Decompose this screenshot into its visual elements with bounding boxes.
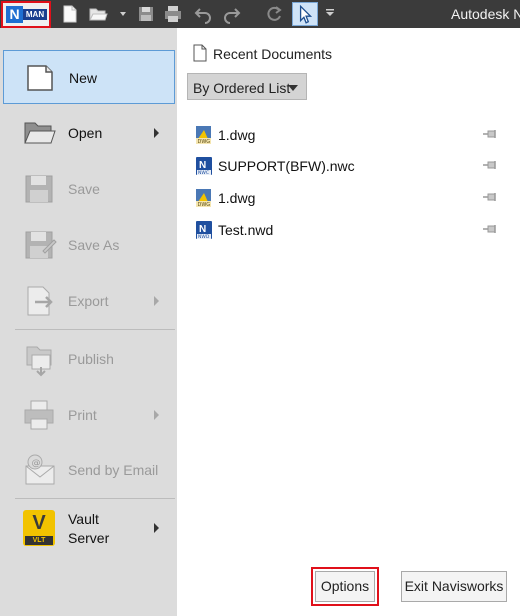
exit-navisworks-button[interactable]: Exit Navisworks: [401, 571, 507, 602]
open-folder-icon: [21, 115, 57, 151]
application-menu-commands: New Open Save Save As Export Publish Pri…: [0, 28, 177, 616]
options-button[interactable]: Options: [311, 567, 379, 606]
menu-item-open[interactable]: Open: [3, 106, 175, 160]
menu-item-vault-server[interactable]: V VLT Vault Server: [3, 501, 175, 555]
menu-item-label: Vault Server: [68, 510, 109, 548]
file-badge: NWD: [198, 234, 210, 240]
recent-document-item[interactable]: N NWD Test.nwd: [195, 216, 500, 244]
app-logo-badge: MAN: [23, 9, 47, 20]
document-name: Test.nwd: [218, 222, 274, 238]
submenu-arrow-icon: [154, 296, 159, 306]
recent-document-item[interactable]: N NWC SUPPORT(BFW).nwc: [195, 152, 500, 180]
recent-document-item[interactable]: DWG 1.dwg: [195, 121, 500, 149]
menu-item-new[interactable]: New: [3, 50, 175, 104]
menu-separator: [15, 329, 175, 330]
file-badge: DWG: [198, 202, 211, 208]
recent-document-item[interactable]: DWG 1.dwg: [195, 184, 500, 212]
menu-separator: [15, 498, 175, 499]
dwg-file-icon: DWG: [196, 126, 211, 145]
file-badge: NWC: [198, 170, 209, 176]
menu-item-label: Open: [68, 125, 103, 141]
menu-item-publish[interactable]: Publish: [3, 332, 175, 386]
export-icon: [21, 283, 57, 319]
recent-documents-pane: Recent Documents By Ordered List DWG 1.d…: [177, 28, 520, 616]
svg-text:N: N: [199, 160, 206, 171]
menu-item-label: Export: [68, 293, 109, 309]
undo-icon[interactable]: [193, 4, 213, 24]
save-icon[interactable]: [136, 4, 156, 24]
file-badge: DWG: [198, 139, 211, 145]
document-name: SUPPORT(BFW).nwc: [218, 158, 355, 174]
new-file-icon[interactable]: [60, 4, 80, 24]
vault-label-line1: Vault: [68, 511, 99, 527]
menu-item-label: Print: [68, 407, 97, 423]
open-dropdown-caret-icon[interactable]: [119, 10, 127, 18]
vault-icon-letter: V: [32, 512, 46, 534]
new-document-icon: [22, 60, 58, 96]
print-icon[interactable]: [163, 4, 183, 24]
open-folder-icon[interactable]: [88, 4, 108, 24]
sort-order-value: By Ordered List: [193, 80, 291, 96]
menu-item-send-by-email[interactable]: @ Send by Email: [3, 443, 175, 497]
application-menu-button[interactable]: N MAN: [1, 1, 51, 28]
print-icon: [21, 397, 57, 433]
menu-item-label: New: [69, 70, 98, 86]
svg-text:@: @: [32, 459, 41, 469]
document-name: 1.dwg: [218, 127, 256, 143]
dwg-file-icon: DWG: [196, 189, 211, 208]
menu-item-save[interactable]: Save: [3, 162, 175, 216]
document-name: 1.dwg: [218, 190, 256, 206]
refresh-icon[interactable]: [264, 4, 284, 24]
menu-item-save-as[interactable]: Save As: [3, 218, 175, 272]
submenu-arrow-icon: [154, 128, 159, 138]
vault-icon: V VLT: [23, 510, 55, 546]
pin-icon[interactable]: [482, 127, 500, 143]
pin-icon[interactable]: [482, 222, 500, 238]
recent-documents-icon: [193, 44, 207, 62]
pin-icon[interactable]: [482, 158, 500, 174]
menu-item-label: Save: [68, 181, 100, 197]
nwd-file-icon: NNWD: [196, 221, 212, 240]
vault-label-line2: Server: [68, 530, 110, 546]
sort-order-dropdown[interactable]: By Ordered List: [187, 73, 307, 100]
vault-icon-badge: VLT: [25, 536, 53, 545]
select-cursor-icon[interactable]: [292, 2, 318, 26]
menu-item-export[interactable]: Export: [3, 274, 175, 328]
navisworks-logo-icon: N: [6, 6, 23, 23]
save-as-icon: [21, 227, 57, 263]
save-icon: [21, 171, 57, 207]
svg-text:N: N: [199, 224, 206, 235]
title-bar: N MAN Autodesk N: [0, 0, 520, 28]
menu-item-label: Save As: [68, 237, 120, 253]
chevron-down-icon: [288, 85, 298, 91]
email-icon: @: [21, 452, 57, 488]
menu-item-label: Send by Email: [68, 462, 159, 478]
submenu-arrow-icon: [154, 410, 159, 420]
customize-qat-caret-icon[interactable]: [325, 8, 335, 18]
window-title: Autodesk N: [451, 6, 520, 22]
menu-item-print[interactable]: Print: [3, 388, 175, 442]
publish-icon: [21, 341, 57, 377]
menu-item-label: Publish: [68, 351, 114, 367]
recent-documents-title: Recent Documents: [213, 46, 333, 62]
nwc-file-icon: NNWC: [196, 157, 212, 176]
pin-icon[interactable]: [482, 190, 500, 206]
redo-icon[interactable]: [222, 4, 242, 24]
submenu-arrow-icon: [154, 523, 159, 533]
